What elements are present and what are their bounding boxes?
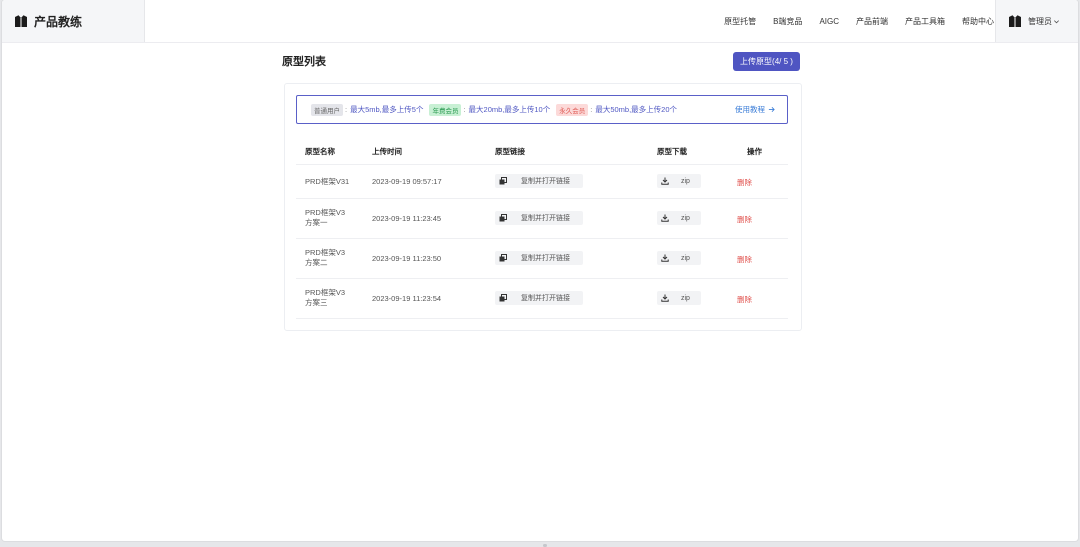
prototype-name: PRD框架V3 方案三 (305, 288, 346, 307)
download-zip-button[interactable]: zip (657, 291, 701, 305)
copy-icon (499, 177, 507, 185)
table-row: PRD框架V3 方案一 2023-09-19 11:23:45 复制并打开链接 … (296, 199, 788, 239)
delete-link[interactable]: 删除 (737, 294, 752, 305)
copy-open-link-label: 复制并打开链接 (521, 178, 570, 185)
download-icon (661, 294, 669, 302)
table-row: PRD框架V3 方案三 2023-09-19 11:23:54 复制并打开链接 … (296, 279, 788, 319)
tier-tag-lifetime: 永久会员 (556, 103, 589, 116)
avatar-icon (1009, 15, 1021, 27)
column-header-time: 上传时间 (372, 147, 402, 156)
copy-open-link-label: 复制并打开链接 (521, 295, 570, 302)
upload-prototype-button[interactable]: 上传原型(4/ 5 ) (733, 52, 800, 71)
copy-open-link-button[interactable]: 复制并打开链接 (495, 211, 583, 225)
page-title: 原型列表 (282, 56, 326, 68)
download-zip-label: zip (681, 254, 690, 262)
delete-link[interactable]: 删除 (737, 214, 752, 225)
tier-quota-regular: 最大5mb,最多上传5个 (350, 105, 424, 114)
nav-item-prototype-hosting[interactable]: 原型托管 (724, 16, 756, 27)
copy-icon (499, 294, 507, 302)
download-zip-label: zip (681, 214, 690, 222)
user-name: 管理员 (1028, 16, 1052, 26)
prototype-name: PRD框架V3 方案一 (305, 208, 346, 227)
upload-time: 2023-09-19 09:57:17 (372, 177, 442, 186)
download-zip-button[interactable]: zip (657, 251, 701, 265)
column-header-link: 原型链接 (495, 147, 525, 156)
delete-link[interactable]: 删除 (737, 177, 752, 188)
delete-link[interactable]: 删除 (737, 254, 752, 265)
tutorial-label: 使用教程 (735, 105, 765, 114)
tier-quota-lifetime: 最大50mb,最多上传20个 (595, 105, 678, 114)
copy-open-link-label: 复制并打开链接 (521, 255, 570, 262)
download-icon (661, 214, 669, 222)
top-header: 产品教练 原型托管 B端竞品 AIGC 产品前端 产品工具箱 帮助中心 管理员 (2, 0, 1078, 43)
table-header: 原型名称 上传时间 原型链接 原型下载 操作 (296, 142, 788, 165)
prototype-name: PRD框架V3 方案二 (305, 248, 346, 267)
column-header-action: 操作 (747, 147, 762, 156)
copy-icon (499, 214, 507, 222)
copy-open-link-button[interactable]: 复制并打开链接 (495, 174, 583, 188)
arrow-right-icon (768, 107, 775, 112)
brand-name: 产品教练 (34, 14, 83, 29)
logo-icon (15, 15, 27, 27)
column-header-name: 原型名称 (305, 147, 335, 156)
download-zip-button[interactable]: zip (657, 211, 701, 225)
nav-item-b2b-competitors[interactable]: B端竞品 (773, 16, 802, 27)
top-nav: 原型托管 B端竞品 AIGC 产品前端 产品工具箱 帮助中心 (707, 0, 994, 42)
copy-open-link-button[interactable]: 复制并打开链接 (495, 291, 583, 305)
tier-quota-annual: 最大20mb,最多上传10个 (468, 105, 551, 114)
nav-item-product-toolbox[interactable]: 产品工具箱 (905, 16, 945, 27)
tier-tag-annual: 年费会员 (429, 103, 462, 116)
nav-item-help-center[interactable]: 帮助中心 (962, 16, 994, 27)
user-menu[interactable]: 管理员 (995, 0, 1078, 42)
tier-separator: : (590, 105, 593, 114)
copy-open-link-button[interactable]: 复制并打开链接 (495, 251, 583, 265)
tier-separator: : (463, 105, 466, 114)
table-row: PRD框架V31 2023-09-19 09:57:17 复制并打开链接 zip… (296, 165, 788, 199)
upload-time: 2023-09-19 11:23:45 (372, 214, 442, 223)
tier-separator: : (345, 105, 348, 114)
brand[interactable]: 产品教练 (2, 0, 145, 42)
nav-item-aigc[interactable]: AIGC (819, 17, 839, 26)
nav-item-product-frontend[interactable]: 产品前端 (856, 16, 888, 27)
prototype-card: 普通用户 : 最大5mb,最多上传5个 年费会员 : 最大20mb,最多上传10… (284, 83, 802, 331)
download-zip-label: zip (681, 177, 690, 185)
tier-tag-regular: 普通用户 (311, 103, 343, 116)
app-window: 产品教练 原型托管 B端竞品 AIGC 产品前端 产品工具箱 帮助中心 管理员 … (2, 0, 1078, 541)
upload-time: 2023-09-19 11:23:50 (372, 254, 442, 263)
upload-time: 2023-09-19 11:23:54 (372, 294, 442, 303)
copy-open-link-label: 复制并打开链接 (521, 215, 570, 222)
prototype-name: PRD框架V31 (305, 177, 350, 186)
column-header-download: 原型下载 (657, 147, 687, 156)
table-row: PRD框架V3 方案二 2023-09-19 11:23:50 复制并打开链接 … (296, 239, 788, 279)
download-zip-label: zip (681, 294, 690, 302)
download-icon (661, 177, 669, 185)
download-zip-button[interactable]: zip (657, 174, 701, 188)
chevron-down-icon (1054, 19, 1059, 23)
copy-icon (499, 254, 507, 262)
tutorial-link[interactable]: 使用教程 (735, 96, 775, 123)
download-icon (661, 254, 669, 262)
quota-notice: 普通用户 : 最大5mb,最多上传5个 年费会员 : 最大20mb,最多上传10… (296, 95, 788, 124)
